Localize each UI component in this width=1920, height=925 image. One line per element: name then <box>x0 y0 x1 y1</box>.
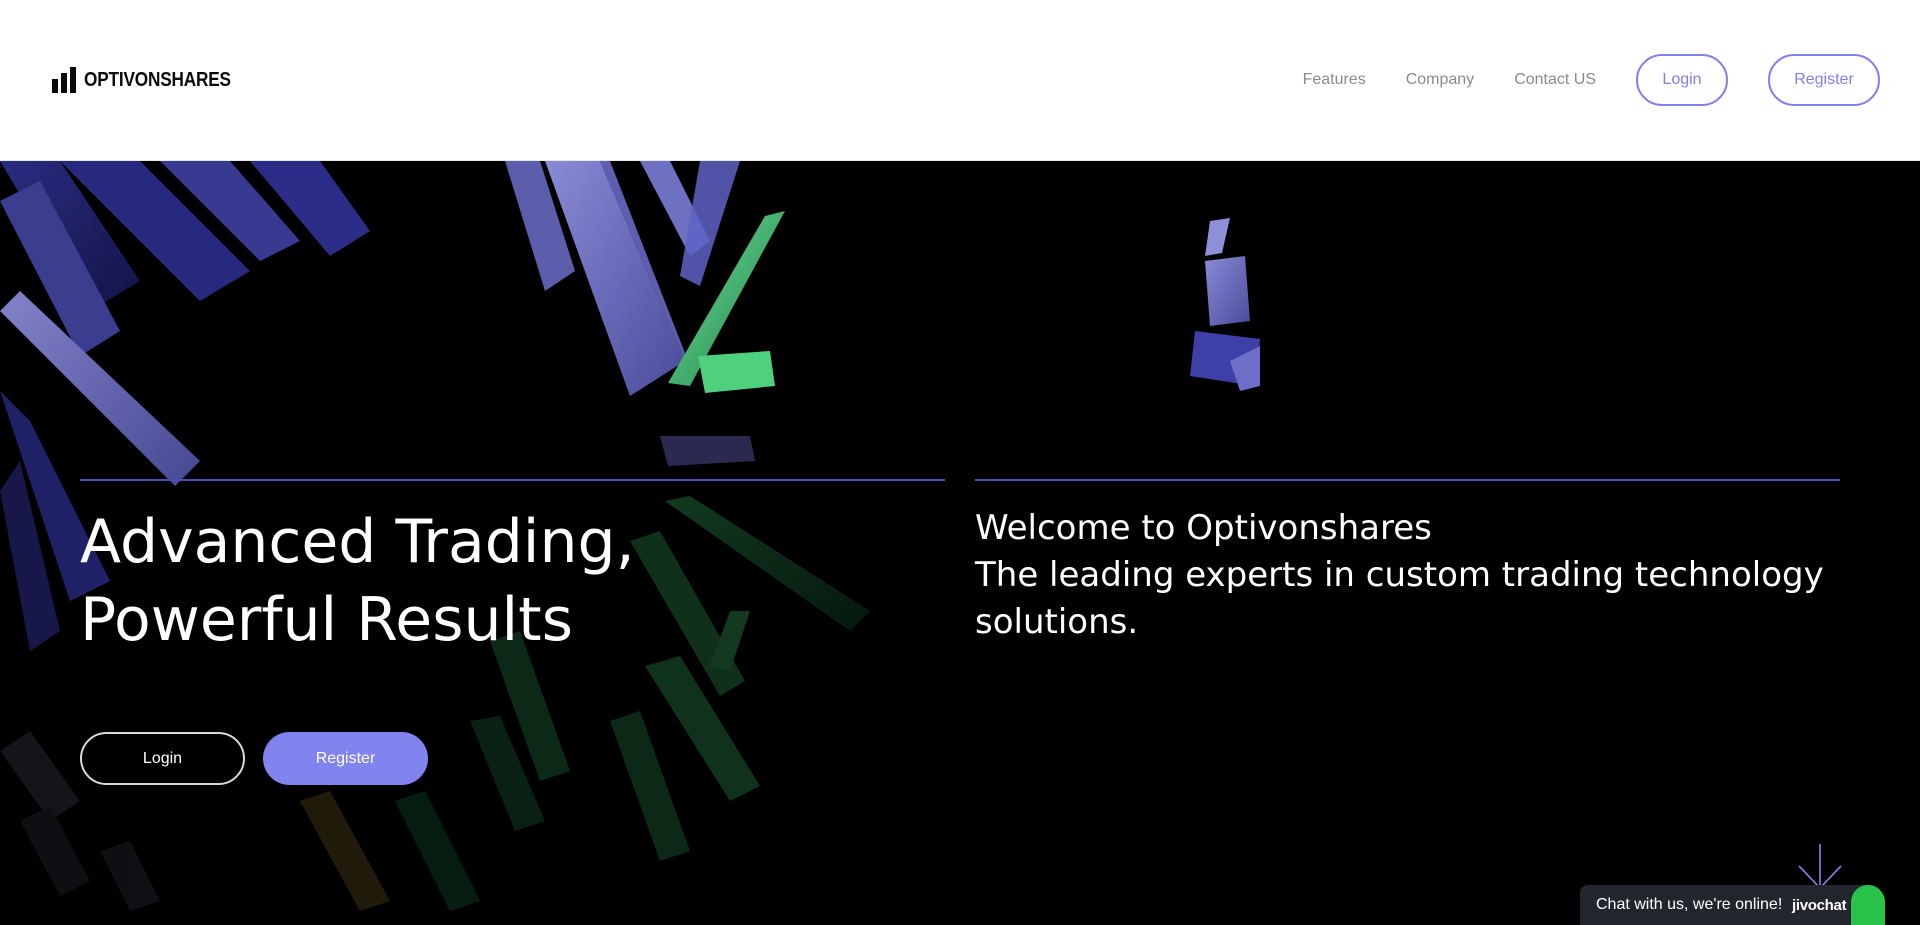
nav-link-contact[interactable]: Contact US <box>1514 71 1596 89</box>
hero-headline: Advanced Trading, Powerful Results <box>80 503 635 659</box>
nav-link-company[interactable]: Company <box>1406 71 1474 89</box>
brand-name: OPTIVONSHARES <box>84 68 231 91</box>
header-login-button[interactable]: Login <box>1636 54 1728 106</box>
hero-divider-right <box>975 479 1840 481</box>
hero-divider-left <box>80 479 945 481</box>
scroll-down-arrow-icon[interactable] <box>1797 844 1843 890</box>
main-nav: Features Company Contact US Login Regist… <box>1303 54 1880 106</box>
site-header: OPTIVONSHARES Features Company Contact U… <box>0 0 1920 161</box>
chat-widget[interactable]: Chat with us, we're online! jivochat <box>1580 885 1885 925</box>
welcome-line-2: The leading experts in custom trading te… <box>975 555 1824 642</box>
hero-register-button[interactable]: Register <box>263 732 428 785</box>
hero-headline-line1: Advanced Trading, <box>80 507 635 577</box>
brand-logo[interactable]: OPTIVONSHARES <box>52 67 255 93</box>
logo-bars-icon <box>52 67 76 93</box>
hero-headline-line2: Powerful Results <box>80 585 573 655</box>
header-register-button[interactable]: Register <box>1768 54 1880 106</box>
welcome-line-1: Welcome to Optivonshares <box>975 508 1432 548</box>
nav-link-features[interactable]: Features <box>1303 71 1366 89</box>
chat-bubble-icon <box>1851 885 1885 925</box>
chat-widget-brand: jivochat <box>1792 896 1847 914</box>
hero-welcome-text: Welcome to Optivonshares The leading exp… <box>975 505 1840 646</box>
hero-section: Advanced Trading, Powerful Results Welco… <box>0 161 1920 925</box>
chat-widget-label: Chat with us, we're online! <box>1596 896 1783 913</box>
hero-login-button[interactable]: Login <box>80 732 245 785</box>
